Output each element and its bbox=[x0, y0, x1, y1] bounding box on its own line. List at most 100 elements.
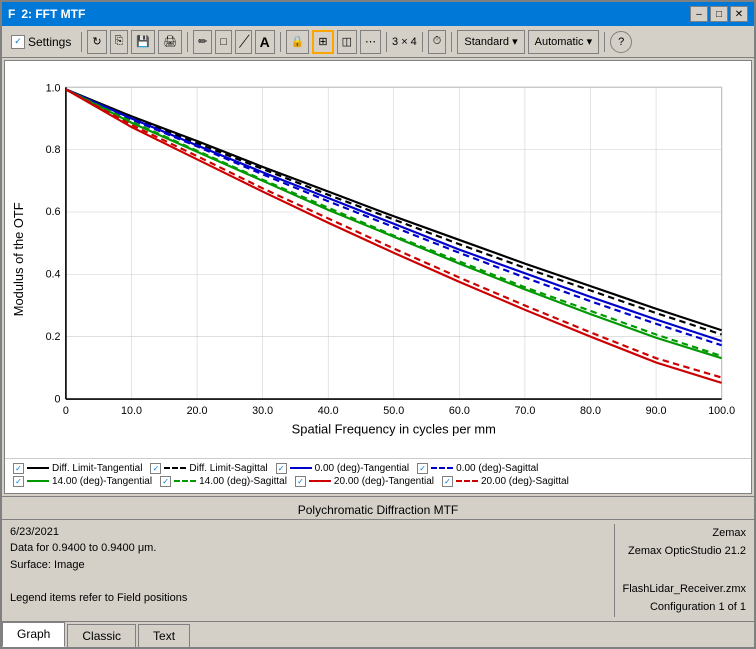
title-bar: F 2: FFT MTF – □ ✕ bbox=[2, 2, 754, 26]
help-button[interactable]: ? bbox=[610, 31, 632, 53]
legend-checkbox-8[interactable]: ✓ bbox=[442, 476, 453, 487]
svg-text:0: 0 bbox=[55, 393, 61, 405]
more-icon: ⋯ bbox=[365, 35, 376, 48]
svg-text:30.0: 30.0 bbox=[252, 405, 273, 417]
svg-text:80.0: 80.0 bbox=[580, 405, 601, 417]
legend-checkbox-2[interactable]: ✓ bbox=[150, 463, 161, 474]
legend-label-7: 20.00 (deg)-Tangential bbox=[334, 476, 434, 487]
chart-svg: Modulus of the OTF bbox=[10, 71, 741, 448]
legend-zero-sagittal: ✓ 0.00 (deg)-Sagittal bbox=[417, 463, 538, 474]
svg-text:0.8: 0.8 bbox=[46, 144, 61, 156]
info-filename: FlashLidar_Receiver.zmx bbox=[623, 580, 747, 599]
legend-row-2: ✓ 14.00 (deg)-Tangential ✓ 14.00 (deg)-S… bbox=[13, 476, 743, 487]
refresh-button[interactable]: ↻ bbox=[87, 30, 106, 54]
copy-icon: ⎘ bbox=[115, 35, 124, 48]
svg-text:0.2: 0.2 bbox=[46, 331, 61, 343]
legend-line-4 bbox=[431, 467, 453, 469]
rectangle-button[interactable]: □ bbox=[215, 30, 232, 54]
size-label: 3 × 4 bbox=[392, 36, 417, 48]
legend-zero-tangential: ✓ 0.00 (deg)-Tangential bbox=[276, 463, 410, 474]
legend-label-5: 14.00 (deg)-Tangential bbox=[52, 476, 152, 487]
refresh-icon: ↻ bbox=[92, 35, 101, 48]
legend-line-7 bbox=[309, 480, 331, 482]
svg-text:0.6: 0.6 bbox=[46, 206, 61, 218]
info-date: 6/23/2021 bbox=[10, 524, 606, 541]
layers-button[interactable]: ◫ bbox=[337, 30, 357, 54]
info-wavelength: Data for 0.9400 to 0.9400 μm. bbox=[10, 540, 606, 557]
info-surface: Surface: Image bbox=[10, 557, 606, 574]
svg-text:10.0: 10.0 bbox=[121, 405, 142, 417]
timer-icon: ⏱ bbox=[433, 35, 442, 48]
title-buttons: – □ ✕ bbox=[690, 6, 748, 22]
legend-label-2: Diff. Limit-Sagittal bbox=[189, 463, 267, 474]
legend-fourteen-sagittal: ✓ 14.00 (deg)-Sagittal bbox=[160, 476, 287, 487]
tab-graph[interactable]: Graph bbox=[2, 622, 65, 647]
legend-twenty-sagittal: ✓ 20.00 (deg)-Sagittal bbox=[442, 476, 569, 487]
maximize-button[interactable]: □ bbox=[710, 6, 728, 22]
text-tool-button[interactable]: A bbox=[255, 30, 275, 54]
x-axis-label: Spatial Frequency in cycles per mm bbox=[292, 421, 496, 436]
line-icon: ╱ bbox=[240, 35, 247, 48]
print-button[interactable]: 🖨 bbox=[158, 30, 182, 54]
settings-checkbox-icon: ✓ bbox=[11, 35, 25, 49]
separator-5 bbox=[422, 32, 423, 52]
svg-text:100.0: 100.0 bbox=[708, 405, 735, 417]
legend-checkbox-3[interactable]: ✓ bbox=[276, 463, 287, 474]
save-icon: 💾 bbox=[136, 35, 150, 48]
svg-text:60.0: 60.0 bbox=[449, 405, 470, 417]
info-section: Polychromatic Diffraction MTF 6/23/2021 … bbox=[2, 496, 754, 621]
title-bar-left: F 2: FFT MTF bbox=[8, 7, 85, 21]
legend-line-8 bbox=[456, 480, 478, 482]
close-button[interactable]: ✕ bbox=[730, 6, 748, 22]
info-spacer-right bbox=[623, 561, 747, 580]
more-button[interactable]: ⋯ bbox=[360, 30, 381, 54]
svg-text:0: 0 bbox=[63, 405, 69, 417]
svg-text:20.0: 20.0 bbox=[187, 405, 208, 417]
chart-area: Modulus of the OTF bbox=[5, 61, 751, 458]
separator-7 bbox=[604, 32, 605, 52]
info-legend-note: Legend items refer to Field positions bbox=[10, 590, 606, 607]
standard-dropdown[interactable]: Standard ▾ bbox=[457, 30, 524, 54]
save-button[interactable]: 💾 bbox=[131, 30, 155, 54]
lock-icon: 🔒 bbox=[291, 35, 305, 48]
legend-checkbox-1[interactable]: ✓ bbox=[13, 463, 24, 474]
lock-button[interactable]: 🔒 bbox=[286, 30, 310, 54]
automatic-dropdown[interactable]: Automatic ▾ bbox=[528, 30, 600, 54]
layers-icon: ◫ bbox=[342, 35, 352, 48]
info-company: Zemax bbox=[623, 524, 747, 543]
pencil-icon: ✏ bbox=[198, 35, 207, 48]
tab-bar: Graph Classic Text bbox=[2, 621, 754, 647]
tab-text[interactable]: Text bbox=[138, 624, 190, 647]
legend-checkbox-4[interactable]: ✓ bbox=[417, 463, 428, 474]
settings-button[interactable]: ✓ Settings bbox=[6, 32, 76, 52]
timer-button[interactable]: ⏱ bbox=[428, 30, 447, 54]
separator-6 bbox=[451, 32, 452, 52]
info-title: Polychromatic Diffraction MTF bbox=[2, 501, 754, 520]
line-button[interactable]: ╱ bbox=[235, 30, 252, 54]
info-left: 6/23/2021 Data for 0.9400 to 0.9400 μm. … bbox=[10, 524, 606, 617]
copy-button[interactable]: ⎘ bbox=[110, 30, 129, 54]
minimize-button[interactable]: – bbox=[690, 6, 708, 22]
svg-text:0.4: 0.4 bbox=[46, 269, 61, 281]
main-content: Modulus of the OTF bbox=[4, 60, 752, 494]
legend-label-4: 0.00 (deg)-Sagittal bbox=[456, 463, 538, 474]
window: F 2: FFT MTF – □ ✕ ✓ Settings ↻ ⎘ 💾 🖨 ✏ bbox=[0, 0, 756, 649]
rectangle-icon: □ bbox=[220, 36, 227, 48]
legend-twenty-tangential: ✓ 20.00 (deg)-Tangential bbox=[295, 476, 434, 487]
grid-button[interactable]: ⊞ bbox=[312, 30, 333, 54]
svg-text:1.0: 1.0 bbox=[46, 83, 61, 95]
legend-row-1: ✓ Diff. Limit-Tangential ✓ Diff. Limit-S… bbox=[13, 463, 743, 474]
legend-checkbox-7[interactable]: ✓ bbox=[295, 476, 306, 487]
info-config: Configuration 1 of 1 bbox=[623, 598, 747, 617]
pencil-button[interactable]: ✏ bbox=[193, 30, 212, 54]
legend-label-6: 14.00 (deg)-Sagittal bbox=[199, 476, 287, 487]
legend-checkbox-5[interactable]: ✓ bbox=[13, 476, 24, 487]
legend-checkbox-6[interactable]: ✓ bbox=[160, 476, 171, 487]
info-right: Zemax Zemax OpticStudio 21.2 FlashLidar_… bbox=[614, 524, 747, 617]
settings-label: Settings bbox=[28, 35, 71, 49]
grid-icon: ⊞ bbox=[318, 35, 327, 48]
legend-line-1 bbox=[27, 467, 49, 469]
svg-text:90.0: 90.0 bbox=[646, 405, 667, 417]
tab-classic[interactable]: Classic bbox=[67, 624, 136, 647]
legend-line-5 bbox=[27, 480, 49, 482]
